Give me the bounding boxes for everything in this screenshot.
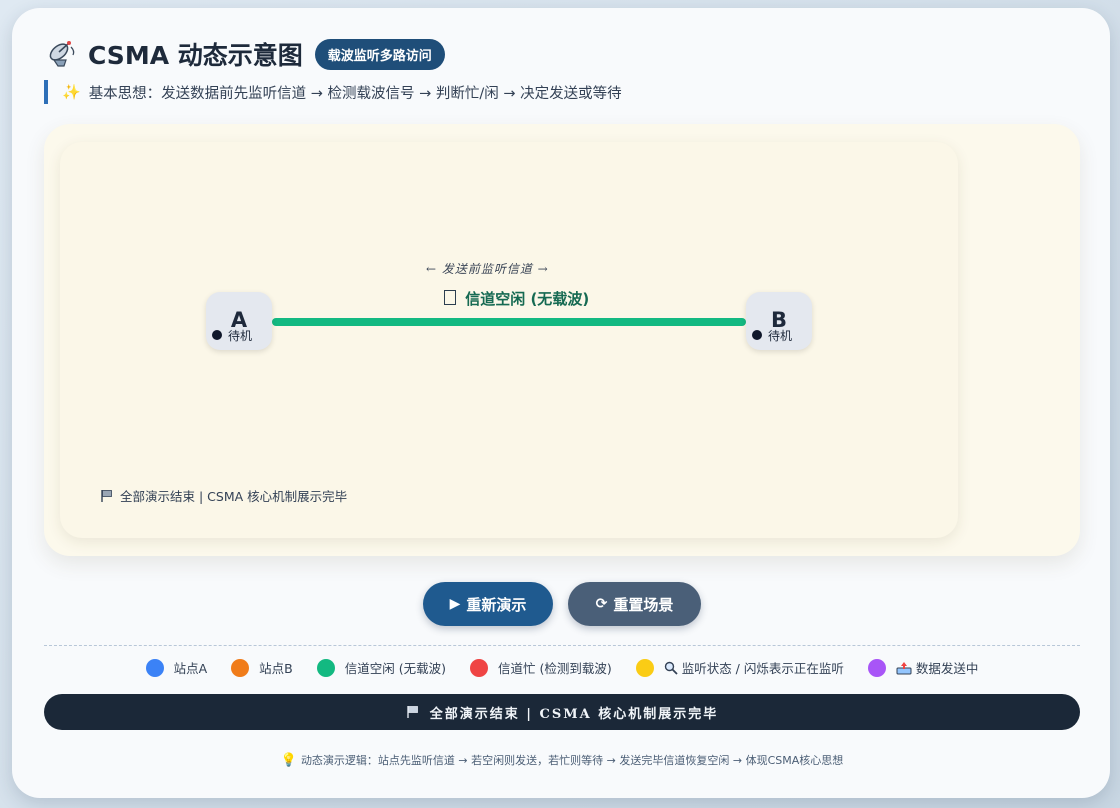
logic-note: 💡 动态演示逻辑：站点先监听信道 → 若空闲则发送，若忙则等待 → 发送完毕信道… — [44, 752, 1080, 768]
replay-button[interactable]: ▶ 重新演示 — [423, 582, 553, 626]
reset-button-label: 重置场景 — [613, 595, 674, 614]
replay-button-label: 重新演示 — [466, 595, 527, 614]
legend-dot-green — [316, 658, 335, 677]
legend-item-station-a: 站点A — [145, 658, 208, 677]
legend-item-listening: 监听状态 / 闪烁表示正在监听 — [635, 658, 844, 677]
legend-dot-blue — [145, 658, 164, 677]
station-b-state: 待机 — [768, 329, 793, 343]
legend-dot-orange — [231, 658, 250, 677]
status-banner-text: 全部演示结束 | CSMA 核心机制展示完毕 — [429, 706, 719, 722]
legend-item-sending: 数据发送中 — [867, 658, 979, 677]
status-banner: 全部演示结束 | CSMA 核心机制展示完毕 — [44, 694, 1080, 730]
csma-badge: 载波监听多路访问 — [314, 38, 445, 70]
sparkle-icon: ✨ — [62, 83, 81, 101]
flag-icon — [101, 489, 112, 502]
satellite-dish-icon — [49, 41, 75, 67]
legend-item-station-b: 站点B — [231, 658, 293, 677]
legend-label: 站点B — [259, 661, 293, 676]
channel-status: 信道空闲 (无载波) — [444, 288, 589, 309]
magnifier-icon — [664, 661, 678, 675]
stage-footer-text: 全部演示结束 | CSMA 核心机制展示完毕 — [120, 489, 348, 504]
legend-item-idle: 信道空闲 (无载波) — [316, 658, 446, 677]
legend-label: 数据发送中 — [915, 661, 979, 676]
logic-note-text: 动态演示逻辑：站点先监听信道 → 若空闲则发送，若忙则等待 → 发送完毕信道恢复… — [300, 754, 844, 767]
lightbulb-icon: 💡 — [280, 752, 297, 768]
channel-line — [272, 318, 746, 326]
reset-button[interactable]: ⟳ 重置场景 — [568, 582, 701, 626]
station-b-status-dot — [752, 330, 762, 340]
basic-idea-text: 基本思想：发送数据前先监听信道 → 检测载波信号 → 判断忙/闲 → 决定发送或… — [88, 85, 622, 102]
channel-status-text: 信道空闲 (无载波) — [465, 290, 590, 308]
refresh-icon: ⟳ — [595, 596, 608, 612]
status-icon — [444, 290, 456, 305]
basic-idea: ✨ 基本思想：发送数据前先监听信道 → 检测载波信号 → 判断忙/闲 → 决定发… — [44, 80, 622, 104]
page-title: CSMA 动态示意图 — [88, 41, 303, 70]
legend-label: 监听状态 / 闪烁表示正在监听 — [681, 661, 844, 676]
station-a-status-dot — [212, 330, 222, 340]
header: CSMA 动态示意图 载波监听多路访问 — [46, 36, 445, 72]
animation-stage: ← 发送前监听信道 → 信道空闲 (无载波) A 待机 B 待机 全部演示结束 … — [44, 124, 1080, 556]
station-a-state: 待机 — [228, 329, 253, 343]
station-b: B 待机 — [746, 292, 812, 350]
legend-dot-purple — [867, 658, 886, 677]
station-a: A 待机 — [206, 292, 272, 350]
channel-canvas: ← 发送前监听信道 → 信道空闲 (无载波) A 待机 B 待机 全部演示结束 … — [60, 142, 958, 538]
listen-hint: ← 发送前监听信道 → — [426, 262, 549, 276]
main-card: CSMA 动态示意图 载波监听多路访问 ✨ 基本思想：发送数据前先监听信道 → … — [12, 8, 1110, 798]
legend-dot-red — [469, 658, 488, 677]
play-icon: ▶ — [449, 596, 461, 612]
legend-label: 信道空闲 (无载波) — [344, 661, 446, 676]
stage-footer: 全部演示结束 | CSMA 核心机制展示完毕 — [100, 486, 347, 505]
legend-dot-yellow — [635, 658, 654, 677]
send-icon — [896, 661, 912, 674]
legend-label: 信道忙 (检测到载波) — [497, 661, 612, 676]
divider — [44, 645, 1080, 646]
legend-item-busy: 信道忙 (检测到载波) — [469, 658, 612, 677]
legend: 站点A 站点B 信道空闲 (无载波) 信道忙 (检测到载波) 监听状态 / 闪烁… — [44, 658, 1080, 677]
legend-label: 站点A — [173, 661, 208, 676]
flag-icon — [407, 706, 418, 718]
